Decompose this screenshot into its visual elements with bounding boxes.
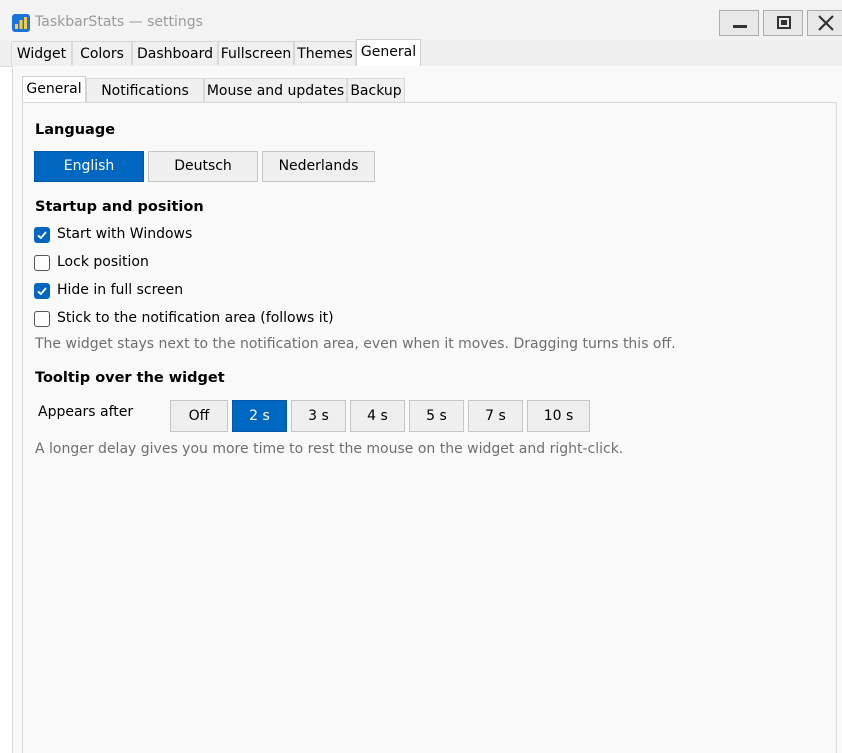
stick-to-notification-area-label: Stick to the notification area (follows … [57,310,334,326]
delay-3s-button[interactable]: 3 s [291,400,346,432]
tab-fullscreen[interactable]: Fullscreen [218,41,294,65]
close-button[interactable] [807,10,842,36]
window-title: TaskbarStats — settings [35,14,203,30]
tab-widget[interactable]: Widget [11,41,72,65]
app-bar-chart-icon [12,14,30,32]
hide-in-full-screen-label: Hide in full screen [57,282,184,298]
tab-general[interactable]: General [356,39,421,66]
delay-off-button[interactable]: Off [170,400,228,432]
subtab-backup[interactable]: Backup [347,78,405,102]
checkmark-icon [37,231,47,240]
hide-in-full-screen-checkbox[interactable] [34,283,50,299]
tab-themes[interactable]: Themes [294,41,356,65]
lock-position-checkbox[interactable] [34,255,50,271]
minimize-icon [733,25,747,28]
startup-heading: Startup and position [35,199,204,215]
start-with-windows-label: Start with Windows [57,226,193,242]
subtab-notifications[interactable]: Notifications [86,78,204,102]
language-english-button[interactable]: English [34,151,144,182]
maximize-button[interactable] [763,10,803,36]
tooltip-heading: Tooltip over the widget [35,370,225,386]
appears-after-label: Appears after [38,404,134,420]
delay-10s-button[interactable]: 10 s [527,400,590,432]
minimize-button[interactable] [719,10,759,36]
subtab-mouse-and-updates[interactable]: Mouse and updates [204,78,347,102]
stick-to-notification-area-checkbox[interactable] [34,311,50,327]
tab-colors[interactable]: Colors [72,41,132,65]
delay-2s-button[interactable]: 2 s [232,400,287,432]
tooltip-hint: A longer delay gives you more time to re… [35,441,624,457]
language-heading: Language [35,122,116,138]
start-with-windows-checkbox[interactable] [34,227,50,243]
tab-dashboard[interactable]: Dashboard [132,41,218,65]
delay-7s-button[interactable]: 7 s [468,400,523,432]
lock-position-label: Lock position [57,254,149,270]
checkmark-icon [37,287,47,296]
delay-4s-button[interactable]: 4 s [350,400,405,432]
close-icon [818,15,834,31]
subtab-general[interactable]: General [22,76,86,103]
main-tab-strip: Widget Colors Dashboard Fullscreen Theme… [0,39,842,67]
maximize-icon [777,16,791,29]
title-bar: TaskbarStats — settings [0,0,842,40]
language-deutsch-button[interactable]: Deutsch [148,151,258,182]
language-nederlands-button[interactable]: Nederlands [262,151,375,182]
delay-5s-button[interactable]: 5 s [409,400,464,432]
startup-hint: The widget stays next to the notificatio… [35,336,676,352]
